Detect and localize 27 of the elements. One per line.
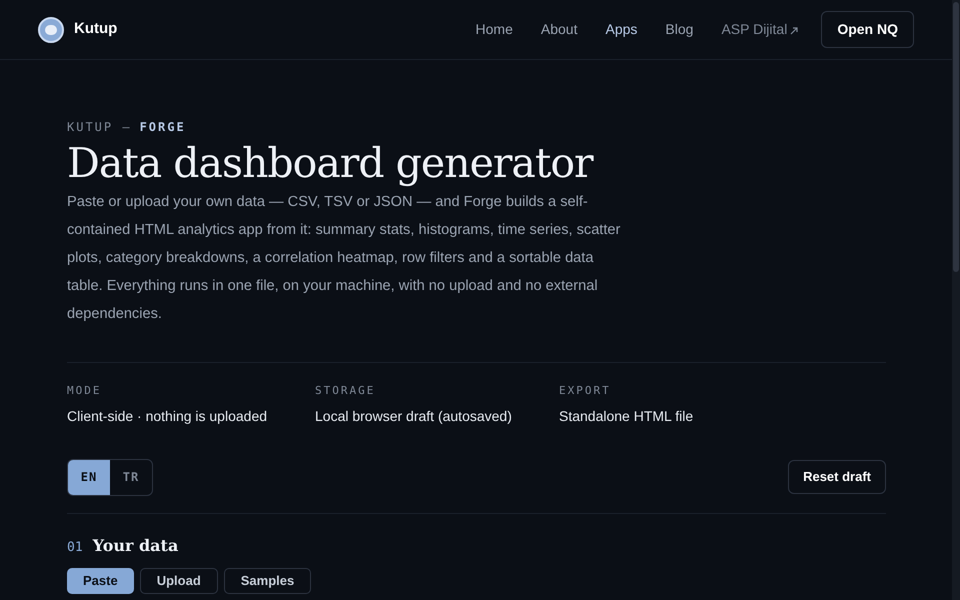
reset-button[interactable]: Reset draft <box>788 460 886 494</box>
description: Paste or upload your own data — CSV, TSV or JSON — and Forge builds a self-contained HTML analytics app from it: summary stats, histograms, time series, scatter plots, category breakdowns, a correlation heatmap, row filters and a sortable data table. Everything runs in one file, on your machine, with no upload and no external dependencies. <box>67 193 622 324</box>
fact-value: Local browser draft (autosaved) <box>315 406 513 426</box>
nav-link[interactable]: Apps <box>605 19 638 40</box>
brand-name[interactable]: Kutup <box>74 18 118 41</box>
fact-label: EXPORT <box>559 383 612 399</box>
language-option[interactable]: TR <box>110 460 152 494</box>
section-title: Your data <box>92 534 178 556</box>
data-tab[interactable]: Paste <box>67 568 134 594</box>
nav-link[interactable]: ASP Dijital <box>721 19 798 40</box>
fact-label: MODE <box>67 383 102 399</box>
logo-icon[interactable] <box>38 16 64 42</box>
data-tab[interactable]: Samples <box>224 568 312 594</box>
eyebrow-name: FORGE <box>140 119 186 136</box>
data-tab[interactable]: Upload <box>140 568 218 594</box>
nav-link[interactable]: Blog <box>665 19 694 40</box>
fact-value: Client-side · nothing is uploaded <box>67 406 268 426</box>
page-title: Data dashboard generator <box>67 138 594 188</box>
nav-link[interactable]: About <box>540 19 578 40</box>
fact-label: STORAGE <box>315 383 376 399</box>
section-number: 01 <box>67 538 83 556</box>
scrollbar[interactable] <box>952 0 960 600</box>
open-button[interactable]: Open NQ <box>821 11 914 48</box>
fact-value: Standalone HTML file <box>559 406 694 426</box>
language-option[interactable]: EN <box>68 460 110 494</box>
nav-link[interactable]: Home <box>476 19 513 40</box>
eyebrow-prefix: KUTUP — <box>67 119 132 136</box>
